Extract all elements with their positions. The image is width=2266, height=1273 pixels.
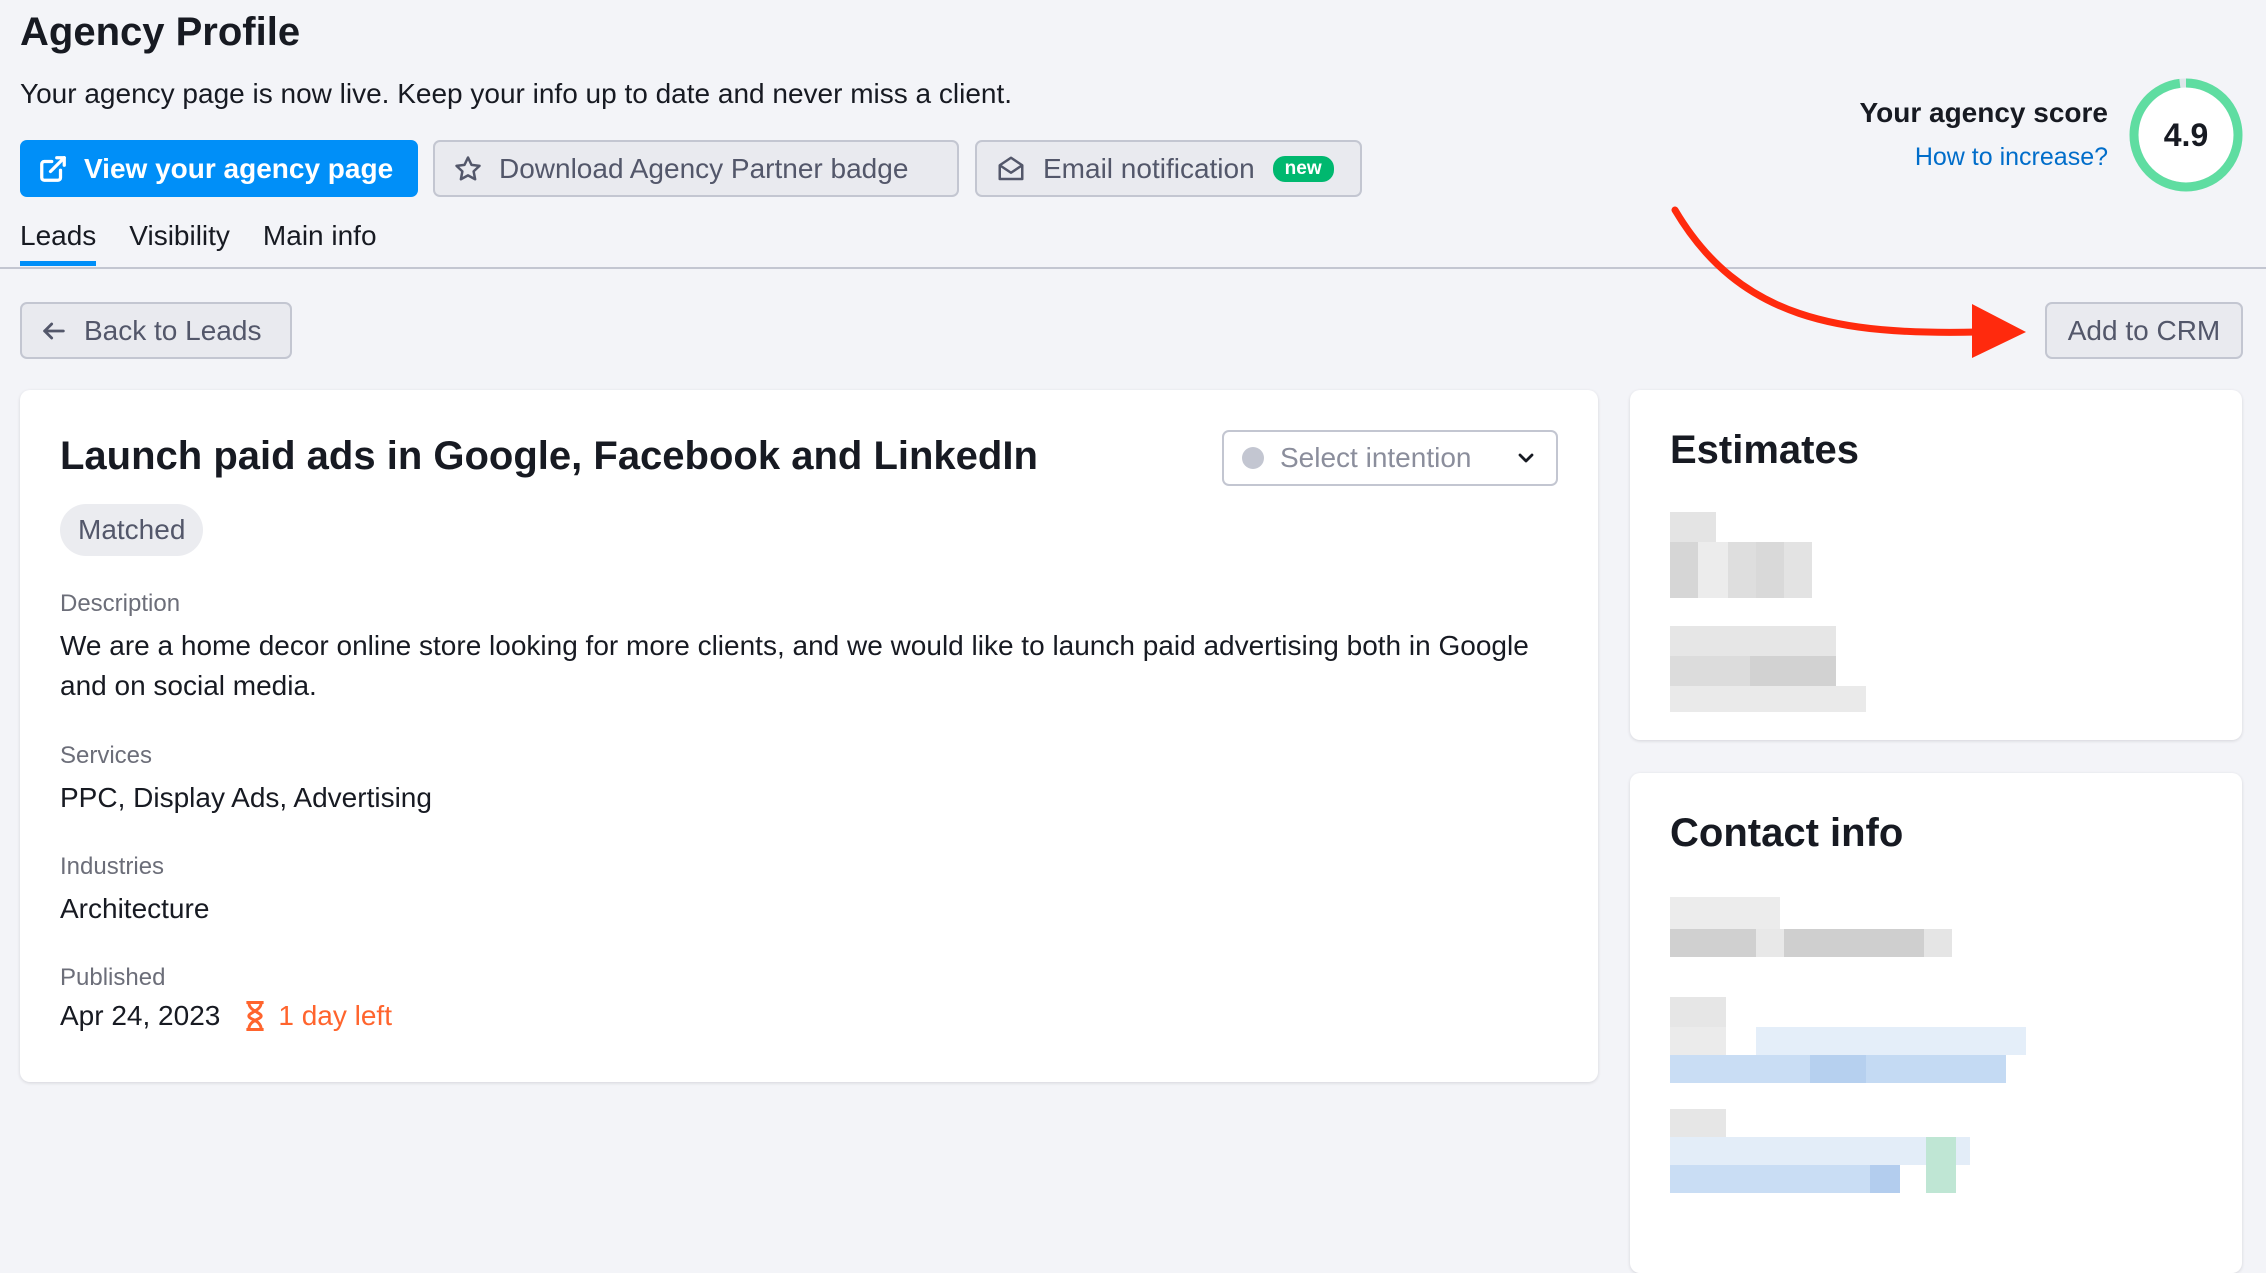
view-agency-page-label: View your agency page (84, 152, 394, 184)
select-intention-placeholder: Select intention (1280, 442, 1472, 473)
published-label: Published (60, 964, 166, 991)
download-badge-label: Download Agency Partner badge (499, 152, 909, 184)
page-title: Agency Profile (20, 10, 301, 54)
mail-icon (998, 156, 1024, 180)
estimates-title: Estimates (1670, 428, 1859, 472)
contact-info-title: Contact info (1670, 811, 1904, 855)
view-agency-page-button[interactable]: View your agency page (20, 140, 418, 197)
chevron-down-icon (1518, 453, 1534, 463)
days-left-text: 1 day left (278, 1000, 392, 1031)
page-subtitle: Your agency page is now live. Keep your … (20, 78, 1013, 109)
intention-status-dot (1242, 447, 1264, 469)
industries-value: Architecture (60, 893, 210, 924)
industries-label: Industries (60, 853, 165, 880)
profile-tabs: Leads Visibility Main info (20, 220, 377, 266)
services-value: PPC, Display Ads, Advertising (60, 782, 432, 813)
days-left-indicator: 1 day left (242, 1000, 392, 1032)
lead-details-card: Launch paid ads in Google, Facebook and … (20, 390, 1598, 1082)
hourglass-icon (246, 1000, 264, 1032)
agency-score-title: Your agency score (1859, 97, 2108, 128)
how-to-increase-link[interactable]: How to increase? (1915, 143, 2108, 172)
email-notification-button[interactable]: Email notification new (975, 140, 1362, 197)
description-text: We are a home decor online store looking… (60, 630, 1529, 701)
description-label: Description (60, 590, 181, 617)
external-link-icon (40, 155, 66, 182)
status-badge: Matched (60, 504, 204, 556)
tab-leads[interactable]: Leads (20, 220, 97, 266)
estimates-card: Estimates (1630, 390, 2242, 740)
star-icon (455, 155, 481, 180)
arrow-left-icon (43, 322, 65, 339)
annotation-arrow (1671, 206, 2026, 358)
new-badge: new (1272, 155, 1334, 182)
published-date: Apr 24, 2023 (60, 1000, 221, 1031)
back-to-leads-button[interactable]: Back to Leads (20, 302, 292, 359)
add-to-crm-button[interactable]: Add to CRM (2045, 302, 2243, 359)
tab-visibility[interactable]: Visibility (129, 220, 230, 266)
back-to-leads-label: Back to Leads (84, 314, 262, 346)
download-badge-button[interactable]: Download Agency Partner badge (433, 140, 959, 197)
select-intention-dropdown[interactable]: Select intention (1222, 430, 1558, 486)
published-row: Apr 24, 2023 1 day left (60, 1000, 392, 1032)
services-label: Services (60, 742, 153, 769)
contact-info-card: Contact info (1630, 773, 2242, 1273)
tab-main-info[interactable]: Main info (263, 220, 377, 266)
agency-score-value: 4.9 (2164, 117, 2208, 153)
lead-title: Launch paid ads in Google, Facebook and … (60, 434, 1038, 478)
agency-score-ring: 4.9 (2129, 78, 2243, 192)
email-notification-label: Email notification (1043, 152, 1255, 184)
